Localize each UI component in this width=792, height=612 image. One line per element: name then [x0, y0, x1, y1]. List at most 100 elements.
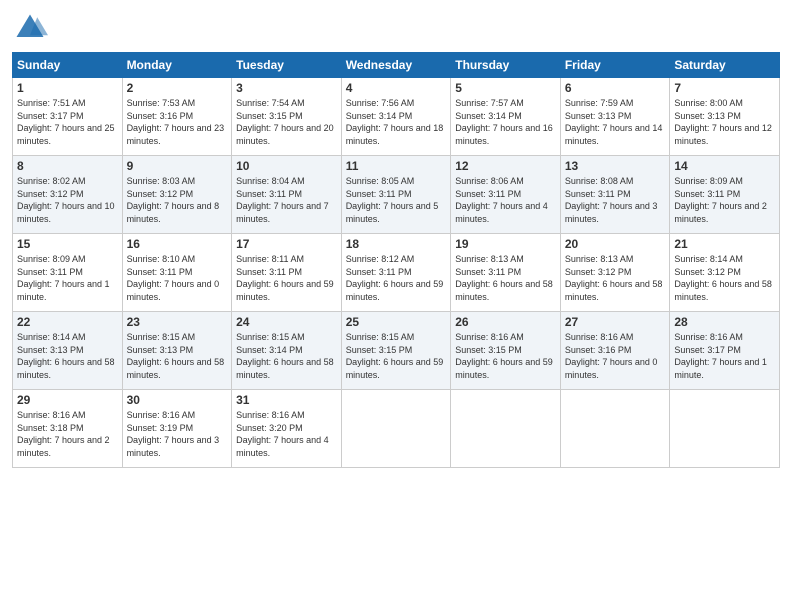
calendar-week-2: 8 Sunrise: 8:02 AMSunset: 3:12 PMDayligh… — [13, 156, 780, 234]
calendar-cell — [560, 390, 670, 468]
header — [12, 10, 780, 46]
calendar-cell: 26 Sunrise: 8:16 AMSunset: 3:15 PMDaylig… — [451, 312, 561, 390]
calendar-cell: 4 Sunrise: 7:56 AMSunset: 3:14 PMDayligh… — [341, 78, 451, 156]
day-number: 21 — [674, 237, 775, 251]
day-number: 19 — [455, 237, 556, 251]
calendar-header: Sunday Monday Tuesday Wednesday Thursday… — [13, 53, 780, 78]
cell-info: Sunrise: 8:13 AMSunset: 3:12 PMDaylight:… — [565, 254, 663, 302]
day-number: 30 — [127, 393, 228, 407]
calendar-body: 1 Sunrise: 7:51 AMSunset: 3:17 PMDayligh… — [13, 78, 780, 468]
calendar-week-1: 1 Sunrise: 7:51 AMSunset: 3:17 PMDayligh… — [13, 78, 780, 156]
day-number: 16 — [127, 237, 228, 251]
day-number: 2 — [127, 81, 228, 95]
cell-info: Sunrise: 8:11 AMSunset: 3:11 PMDaylight:… — [236, 254, 334, 302]
day-number: 17 — [236, 237, 337, 251]
day-number: 10 — [236, 159, 337, 173]
calendar-table: Sunday Monday Tuesday Wednesday Thursday… — [12, 52, 780, 468]
calendar-cell: 13 Sunrise: 8:08 AMSunset: 3:11 PMDaylig… — [560, 156, 670, 234]
calendar-cell: 30 Sunrise: 8:16 AMSunset: 3:19 PMDaylig… — [122, 390, 232, 468]
day-number: 20 — [565, 237, 666, 251]
cell-info: Sunrise: 8:14 AMSunset: 3:12 PMDaylight:… — [674, 254, 772, 302]
day-number: 15 — [17, 237, 118, 251]
day-number: 4 — [346, 81, 447, 95]
calendar-cell: 12 Sunrise: 8:06 AMSunset: 3:11 PMDaylig… — [451, 156, 561, 234]
cell-info: Sunrise: 7:54 AMSunset: 3:15 PMDaylight:… — [236, 98, 334, 146]
calendar-cell: 3 Sunrise: 7:54 AMSunset: 3:15 PMDayligh… — [232, 78, 342, 156]
day-number: 13 — [565, 159, 666, 173]
cell-info: Sunrise: 8:16 AMSunset: 3:15 PMDaylight:… — [455, 332, 553, 380]
logo — [12, 10, 52, 46]
day-number: 28 — [674, 315, 775, 329]
day-number: 1 — [17, 81, 118, 95]
col-friday: Friday — [560, 53, 670, 78]
cell-info: Sunrise: 7:59 AMSunset: 3:13 PMDaylight:… — [565, 98, 663, 146]
cell-info: Sunrise: 8:12 AMSunset: 3:11 PMDaylight:… — [346, 254, 444, 302]
day-number: 23 — [127, 315, 228, 329]
col-monday: Monday — [122, 53, 232, 78]
calendar-cell: 10 Sunrise: 8:04 AMSunset: 3:11 PMDaylig… — [232, 156, 342, 234]
calendar-cell: 22 Sunrise: 8:14 AMSunset: 3:13 PMDaylig… — [13, 312, 123, 390]
day-number: 14 — [674, 159, 775, 173]
calendar-cell — [341, 390, 451, 468]
cell-info: Sunrise: 8:09 AMSunset: 3:11 PMDaylight:… — [674, 176, 767, 224]
cell-info: Sunrise: 8:15 AMSunset: 3:13 PMDaylight:… — [127, 332, 225, 380]
cell-info: Sunrise: 8:04 AMSunset: 3:11 PMDaylight:… — [236, 176, 329, 224]
cell-info: Sunrise: 8:16 AMSunset: 3:18 PMDaylight:… — [17, 410, 110, 458]
calendar-cell: 18 Sunrise: 8:12 AMSunset: 3:11 PMDaylig… — [341, 234, 451, 312]
calendar-cell — [670, 390, 780, 468]
cell-info: Sunrise: 8:08 AMSunset: 3:11 PMDaylight:… — [565, 176, 658, 224]
main-container: Sunday Monday Tuesday Wednesday Thursday… — [0, 0, 792, 478]
calendar-week-4: 22 Sunrise: 8:14 AMSunset: 3:13 PMDaylig… — [13, 312, 780, 390]
cell-info: Sunrise: 7:57 AMSunset: 3:14 PMDaylight:… — [455, 98, 553, 146]
header-row: Sunday Monday Tuesday Wednesday Thursday… — [13, 53, 780, 78]
cell-info: Sunrise: 8:02 AMSunset: 3:12 PMDaylight:… — [17, 176, 115, 224]
logo-icon — [12, 10, 48, 46]
calendar-cell: 27 Sunrise: 8:16 AMSunset: 3:16 PMDaylig… — [560, 312, 670, 390]
cell-info: Sunrise: 8:14 AMSunset: 3:13 PMDaylight:… — [17, 332, 115, 380]
calendar-cell: 31 Sunrise: 8:16 AMSunset: 3:20 PMDaylig… — [232, 390, 342, 468]
day-number: 27 — [565, 315, 666, 329]
calendar-week-3: 15 Sunrise: 8:09 AMSunset: 3:11 PMDaylig… — [13, 234, 780, 312]
day-number: 6 — [565, 81, 666, 95]
calendar-cell: 16 Sunrise: 8:10 AMSunset: 3:11 PMDaylig… — [122, 234, 232, 312]
cell-info: Sunrise: 8:09 AMSunset: 3:11 PMDaylight:… — [17, 254, 110, 302]
cell-info: Sunrise: 8:05 AMSunset: 3:11 PMDaylight:… — [346, 176, 439, 224]
calendar-cell: 19 Sunrise: 8:13 AMSunset: 3:11 PMDaylig… — [451, 234, 561, 312]
calendar-cell — [451, 390, 561, 468]
day-number: 31 — [236, 393, 337, 407]
cell-info: Sunrise: 8:16 AMSunset: 3:17 PMDaylight:… — [674, 332, 767, 380]
calendar-cell: 29 Sunrise: 8:16 AMSunset: 3:18 PMDaylig… — [13, 390, 123, 468]
cell-info: Sunrise: 8:06 AMSunset: 3:11 PMDaylight:… — [455, 176, 548, 224]
calendar-cell: 11 Sunrise: 8:05 AMSunset: 3:11 PMDaylig… — [341, 156, 451, 234]
cell-info: Sunrise: 8:15 AMSunset: 3:15 PMDaylight:… — [346, 332, 444, 380]
calendar-cell: 23 Sunrise: 8:15 AMSunset: 3:13 PMDaylig… — [122, 312, 232, 390]
day-number: 25 — [346, 315, 447, 329]
day-number: 5 — [455, 81, 556, 95]
day-number: 22 — [17, 315, 118, 329]
day-number: 29 — [17, 393, 118, 407]
col-wednesday: Wednesday — [341, 53, 451, 78]
col-thursday: Thursday — [451, 53, 561, 78]
calendar-cell: 14 Sunrise: 8:09 AMSunset: 3:11 PMDaylig… — [670, 156, 780, 234]
cell-info: Sunrise: 8:16 AMSunset: 3:19 PMDaylight:… — [127, 410, 220, 458]
day-number: 24 — [236, 315, 337, 329]
cell-info: Sunrise: 7:51 AMSunset: 3:17 PMDaylight:… — [17, 98, 115, 146]
calendar-cell: 9 Sunrise: 8:03 AMSunset: 3:12 PMDayligh… — [122, 156, 232, 234]
calendar-week-5: 29 Sunrise: 8:16 AMSunset: 3:18 PMDaylig… — [13, 390, 780, 468]
day-number: 9 — [127, 159, 228, 173]
cell-info: Sunrise: 8:03 AMSunset: 3:12 PMDaylight:… — [127, 176, 220, 224]
calendar-cell: 24 Sunrise: 8:15 AMSunset: 3:14 PMDaylig… — [232, 312, 342, 390]
day-number: 7 — [674, 81, 775, 95]
day-number: 18 — [346, 237, 447, 251]
calendar-cell: 8 Sunrise: 8:02 AMSunset: 3:12 PMDayligh… — [13, 156, 123, 234]
cell-info: Sunrise: 8:10 AMSunset: 3:11 PMDaylight:… — [127, 254, 220, 302]
day-number: 12 — [455, 159, 556, 173]
col-sunday: Sunday — [13, 53, 123, 78]
cell-info: Sunrise: 8:13 AMSunset: 3:11 PMDaylight:… — [455, 254, 553, 302]
calendar-cell: 6 Sunrise: 7:59 AMSunset: 3:13 PMDayligh… — [560, 78, 670, 156]
calendar-cell: 1 Sunrise: 7:51 AMSunset: 3:17 PMDayligh… — [13, 78, 123, 156]
day-number: 11 — [346, 159, 447, 173]
calendar-cell: 7 Sunrise: 8:00 AMSunset: 3:13 PMDayligh… — [670, 78, 780, 156]
day-number: 8 — [17, 159, 118, 173]
calendar-cell: 2 Sunrise: 7:53 AMSunset: 3:16 PMDayligh… — [122, 78, 232, 156]
